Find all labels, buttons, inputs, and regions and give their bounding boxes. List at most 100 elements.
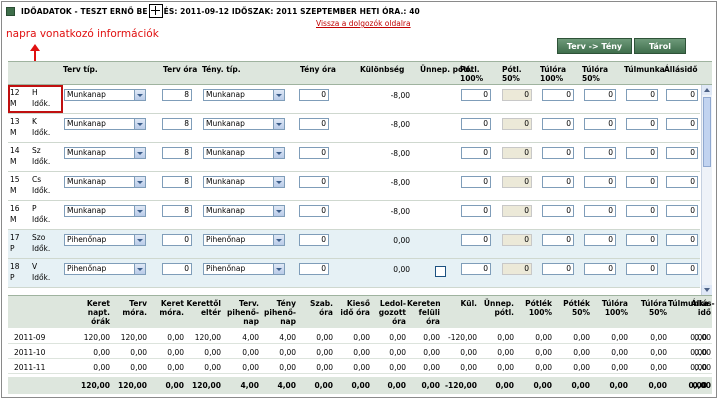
back-to-employees-link[interactable]: Vissza a dolgozók oldalra <box>316 19 411 28</box>
overtime-100-input[interactable]: 0 <box>542 89 574 101</box>
day-number: 13 <box>10 117 20 126</box>
chevron-down-icon[interactable] <box>134 148 145 158</box>
summary-cell: 0,00 <box>167 348 184 357</box>
overwork-input[interactable]: 0 <box>626 263 658 275</box>
actual-hours-input[interactable]: 0 <box>299 234 329 246</box>
plan-to-actual-button[interactable]: Terv -> Tény <box>557 38 632 54</box>
actual-type-select[interactable]: Munkanap <box>203 89 285 101</box>
overtime-50-input[interactable]: 0 <box>584 118 616 130</box>
summary-cell: 0,00 <box>279 348 296 357</box>
standby-input[interactable]: 0 <box>666 147 698 159</box>
chevron-down-icon[interactable] <box>134 119 145 129</box>
summary-cell: 0,00 <box>423 333 440 342</box>
plan-hours-input[interactable]: 8 <box>162 89 192 101</box>
plan-hours-input[interactable]: 8 <box>162 118 192 130</box>
summary-col-header: móra. <box>122 308 147 317</box>
plan-type-select[interactable]: Munkanap <box>64 176 146 188</box>
overtime-50-input[interactable]: 0 <box>584 147 616 159</box>
standby-input[interactable]: 0 <box>666 89 698 101</box>
standby-input[interactable]: 0 <box>666 176 698 188</box>
chevron-down-icon[interactable] <box>273 119 284 129</box>
col-overtime-100-a: Túlóra <box>540 65 567 74</box>
plan-type-select[interactable]: Munkanap <box>64 118 146 130</box>
overwork-input[interactable]: 0 <box>626 118 658 130</box>
actual-type-select[interactable]: Munkanap <box>203 176 285 188</box>
overtime-100-input[interactable]: 0 <box>542 205 574 217</box>
summary-cell: 120,00 <box>194 333 221 342</box>
overtime-100-input[interactable]: 0 <box>542 176 574 188</box>
chevron-down-icon[interactable] <box>273 177 284 187</box>
actual-hours-input[interactable]: 0 <box>299 205 329 217</box>
plan-hours-input[interactable]: 0 <box>162 234 192 246</box>
chevron-down-icon[interactable] <box>134 177 145 187</box>
actual-hours-input[interactable]: 0 <box>299 147 329 159</box>
plan-type-select[interactable]: Munkanap <box>64 205 146 217</box>
chevron-down-icon[interactable] <box>134 235 145 245</box>
extra-50-input: 0 <box>502 263 532 275</box>
overtime-50-input[interactable]: 0 <box>584 176 616 188</box>
holiday-checkbox[interactable] <box>435 266 446 277</box>
plan-type-select[interactable]: Munkanap <box>64 147 146 159</box>
summary-col-header: Ledol- <box>379 299 406 308</box>
overtime-50-input[interactable]: 0 <box>584 205 616 217</box>
actual-hours-input[interactable]: 0 <box>299 118 329 130</box>
overtime-50-input[interactable]: 0 <box>584 89 616 101</box>
standby-input[interactable]: 0 <box>666 118 698 130</box>
overwork-input[interactable]: 0 <box>626 176 658 188</box>
plan-type-select[interactable]: Pihenőnap <box>64 263 146 275</box>
actual-type-select[interactable]: Pihenőnap <box>203 263 285 275</box>
extra-100-input[interactable]: 0 <box>461 176 491 188</box>
chevron-down-icon[interactable] <box>134 264 145 274</box>
chevron-down-icon[interactable] <box>273 235 284 245</box>
actual-type-value: Munkanap <box>206 119 245 128</box>
extra-100-input[interactable]: 0 <box>461 118 491 130</box>
plan-hours-input[interactable]: 8 <box>162 176 192 188</box>
scroll-down-icon[interactable] <box>702 285 712 295</box>
chevron-down-icon[interactable] <box>273 206 284 216</box>
overwork-input[interactable]: 0 <box>626 205 658 217</box>
overtime-100-input[interactable]: 0 <box>542 263 574 275</box>
total-cell: 0,00 <box>648 381 667 390</box>
extra-100-input[interactable]: 0 <box>461 89 491 101</box>
grid-vertical-scrollbar[interactable] <box>701 85 712 295</box>
summary-cell: 0,00 <box>423 363 440 372</box>
overwork-input[interactable]: 0 <box>626 89 658 101</box>
overtime-100-input[interactable]: 0 <box>542 118 574 130</box>
standby-input[interactable]: 0 <box>666 205 698 217</box>
overtime-100-input[interactable]: 0 <box>542 147 574 159</box>
standby-input[interactable]: 0 <box>666 234 698 246</box>
chevron-down-icon[interactable] <box>134 206 145 216</box>
plan-hours-input[interactable]: 8 <box>162 205 192 217</box>
extra-100-input[interactable]: 0 <box>461 205 491 217</box>
overtime-50-input[interactable]: 0 <box>584 234 616 246</box>
plan-hours-input[interactable]: 0 <box>162 263 192 275</box>
plan-type-select[interactable]: Munkanap <box>64 89 146 101</box>
chevron-down-icon[interactable] <box>273 264 284 274</box>
actual-type-select[interactable]: Munkanap <box>203 118 285 130</box>
actual-hours-input[interactable]: 0 <box>299 176 329 188</box>
total-cell: 0,00 <box>165 381 184 390</box>
plan-type-select[interactable]: Pihenőnap <box>64 234 146 246</box>
plan-type-value: Munkanap <box>67 148 106 157</box>
overtime-50-input[interactable]: 0 <box>584 263 616 275</box>
actual-hours-input[interactable]: 0 <box>299 263 329 275</box>
actual-hours-input[interactable]: 0 <box>299 89 329 101</box>
actual-type-select[interactable]: Munkanap <box>203 147 285 159</box>
extra-100-input[interactable]: 0 <box>461 147 491 159</box>
save-button[interactable]: Tárol <box>634 38 686 54</box>
chevron-down-icon[interactable] <box>273 148 284 158</box>
standby-input[interactable]: 0 <box>666 263 698 275</box>
extra-100-input[interactable]: 0 <box>461 234 491 246</box>
extra-100-input[interactable]: 0 <box>461 263 491 275</box>
summary-cell: 120,00 <box>83 333 110 342</box>
scroll-up-icon[interactable] <box>702 85 712 95</box>
actual-type-select[interactable]: Munkanap <box>203 205 285 217</box>
plan-hours-input[interactable]: 8 <box>162 147 192 159</box>
overwork-input[interactable]: 0 <box>626 147 658 159</box>
chevron-down-icon[interactable] <box>134 90 145 100</box>
overtime-100-input[interactable]: 0 <box>542 234 574 246</box>
scroll-thumb[interactable] <box>703 97 711 167</box>
actual-type-select[interactable]: Pihenőnap <box>203 234 285 246</box>
overwork-input[interactable]: 0 <box>626 234 658 246</box>
chevron-down-icon[interactable] <box>273 90 284 100</box>
